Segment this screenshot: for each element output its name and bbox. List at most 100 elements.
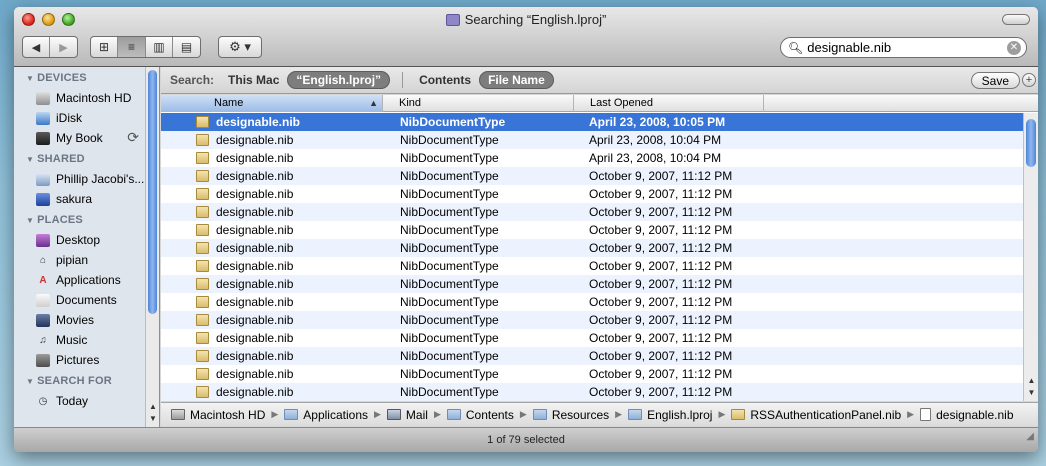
toolbar-toggle-button[interactable]	[1002, 14, 1030, 25]
file-name: designable.nib	[216, 115, 301, 129]
disclosure-triangle-icon[interactable]: ▼	[26, 216, 34, 225]
path-crumb[interactable]: Mail	[386, 408, 428, 422]
sidebar-item-pictures[interactable]: Pictures	[14, 350, 159, 370]
nib-file-icon	[196, 296, 209, 308]
file-kind: NibDocumentType	[400, 277, 499, 291]
file-name: designable.nib	[216, 259, 294, 273]
path-crumb-label: Macintosh HD	[190, 407, 266, 422]
sidebar-item-idisk[interactable]: iDisk	[14, 108, 159, 128]
sidebar-scrollbar[interactable]: ▲ ▼	[145, 67, 159, 427]
file-kind: NibDocumentType	[400, 169, 499, 183]
table-row[interactable]: designable.nib NibDocumentType April 23, 2…	[161, 131, 1023, 149]
sidebar-section-devices[interactable]: ▼ DEVICES	[26, 72, 159, 84]
disclosure-triangle-icon[interactable]: ▼	[26, 74, 34, 83]
add-criteria-button[interactable]: +	[1022, 73, 1036, 87]
forward-button[interactable]: ▶	[50, 37, 77, 57]
search-label: Search:	[170, 73, 215, 87]
list-scroll-thumb[interactable]	[1026, 119, 1036, 167]
path-crumb[interactable]: Macintosh HD	[171, 408, 265, 422]
disclosure-triangle-icon[interactable]: ▼	[26, 155, 34, 164]
sidebar-item-pipian[interactable]: ⌂ pipian	[14, 250, 159, 270]
scope-this-mac[interactable]: This Mac	[228, 73, 279, 87]
sidebar-item-music[interactable]: ♫ Music	[14, 330, 159, 350]
scope-folder[interactable]: “English.lproj”	[287, 71, 391, 89]
list-scrollbar[interactable]: ▲ ▼	[1023, 113, 1038, 401]
list-view-button[interactable]: ≡	[118, 37, 146, 57]
table-row[interactable]: designable.nib NibDocumentType October 9, …	[161, 257, 1023, 275]
table-row[interactable]: designable.nib NibDocumentType October 9, …	[161, 185, 1023, 203]
clear-search-icon[interactable]: ✕	[1007, 41, 1021, 55]
criteria-contents[interactable]: Contents	[419, 73, 471, 87]
path-crumb[interactable]: Applications	[284, 408, 368, 422]
sidebar-scroll-thumb[interactable]	[148, 70, 157, 314]
file-name: designable.nib	[216, 331, 294, 345]
icon-view-button[interactable]: ⊞	[91, 37, 118, 57]
sidebar-item-sakura[interactable]: sakura	[14, 189, 159, 209]
table-row[interactable]: designable.nib NibDocumentType October 9, …	[161, 347, 1023, 365]
table-row[interactable]: designable.nib NibDocumentType October 9, …	[161, 311, 1023, 329]
list-scroll-arrows[interactable]: ▲ ▼	[1024, 375, 1038, 399]
coverflow-view-button[interactable]: ▤	[173, 37, 200, 57]
file-kind: NibDocumentType	[400, 349, 499, 363]
path-crumb[interactable]: English.lproj	[628, 408, 712, 422]
table-row[interactable]: designable.nib NibDocumentType April 23, 2…	[161, 149, 1023, 167]
sidebar-item-label: Pictures	[56, 353, 100, 367]
table-row[interactable]: designable.nib NibDocumentType October 9, …	[161, 239, 1023, 257]
clock-icon: ◷	[38, 395, 48, 407]
nib-file-icon	[196, 116, 209, 128]
table-row[interactable]: designable.nib NibDocumentType April 23, 2…	[161, 113, 1023, 131]
resize-grip-icon[interactable]: ◢	[1026, 425, 1034, 449]
sidebar-scroll-arrows[interactable]: ▲ ▼	[146, 401, 159, 425]
sidebar-item-movies[interactable]: Movies	[14, 310, 159, 330]
sidebar-item-label: Documents	[56, 293, 117, 307]
nib-file-icon	[196, 152, 209, 164]
column-name[interactable]: Name ▲	[161, 95, 383, 112]
column-last-opened[interactable]: Last Opened	[574, 95, 764, 112]
table-row[interactable]: designable.nib NibDocumentType October 9, …	[161, 293, 1023, 311]
column-view-button[interactable]: ▥	[146, 37, 173, 57]
file-last-opened: October 9, 2007, 11:12 PM	[589, 277, 733, 291]
sidebar-item-my-book[interactable]: My Book ⟳	[14, 128, 159, 148]
search-input[interactable]	[807, 40, 1008, 55]
movies-icon	[36, 313, 50, 327]
folder-icon	[446, 409, 461, 420]
column-kind[interactable]: Kind	[383, 95, 574, 112]
sidebar-item-macintosh-hd[interactable]: Macintosh HD	[14, 88, 159, 108]
sidebar-item-documents[interactable]: Documents	[14, 290, 159, 310]
sidebar-section-places[interactable]: ▼ PLACES	[26, 214, 159, 226]
path-crumb[interactable]: Resources	[532, 408, 609, 422]
sidebar-item-today[interactable]: ◷ Today	[14, 391, 159, 411]
table-row[interactable]: designable.nib NibDocumentType October 9, …	[161, 275, 1023, 293]
table-row[interactable]: designable.nib NibDocumentType October 9, …	[161, 203, 1023, 221]
back-button[interactable]: ◀	[23, 37, 50, 57]
action-menu-button[interactable]: ⚙ ▾	[218, 36, 262, 58]
sidebar-item-desktop[interactable]: Desktop	[14, 230, 159, 250]
criteria-filename[interactable]: File Name	[479, 71, 554, 89]
sidebar-item-label: Movies	[56, 313, 95, 327]
file-name: designable.nib	[216, 241, 294, 255]
sidebar-section-shared[interactable]: ▼ SHARED	[26, 153, 159, 165]
disclosure-triangle-icon[interactable]: ▼	[26, 377, 34, 386]
table-row[interactable]: designable.nib NibDocumentType October 9, …	[161, 383, 1023, 401]
sync-icon[interactable]: ⟳	[127, 129, 139, 146]
path-crumb[interactable]: Contents	[446, 408, 514, 422]
table-row[interactable]: designable.nib NibDocumentType October 9, …	[161, 329, 1023, 347]
sidebar-item-phillip-jacobi-s[interactable]: Phillip Jacobi's...	[14, 169, 159, 189]
path-crumb-label: RSSAuthenticationPanel.nib	[750, 407, 902, 422]
table-row[interactable]: designable.nib NibDocumentType October 9, …	[161, 167, 1023, 185]
path-separator-icon: ▶	[271, 409, 279, 419]
status-bar: 1 of 79 selected ◢	[14, 427, 1038, 452]
path-crumb[interactable]: RSSAuthenticationPanel.nib	[731, 408, 901, 422]
sidebar-item-applications[interactable]: A Applications	[14, 270, 159, 290]
path-crumb[interactable]: designable.nib	[920, 408, 1014, 422]
table-row[interactable]: designable.nib NibDocumentType October 9, …	[161, 221, 1023, 239]
sidebar-item-label: Macintosh HD	[56, 91, 132, 105]
sidebar-section-search-for[interactable]: ▼ SEARCH FOR	[26, 375, 159, 387]
applications-icon: A	[39, 274, 47, 286]
nib-file-icon	[196, 314, 209, 326]
file-kind: NibDocumentType	[400, 151, 499, 165]
pictures-icon	[36, 353, 50, 367]
table-row[interactable]: designable.nib NibDocumentType October 9, …	[161, 365, 1023, 383]
search-field[interactable]: 🔍︎ ✕	[780, 37, 1027, 58]
save-search-button[interactable]: Save	[970, 72, 1020, 89]
